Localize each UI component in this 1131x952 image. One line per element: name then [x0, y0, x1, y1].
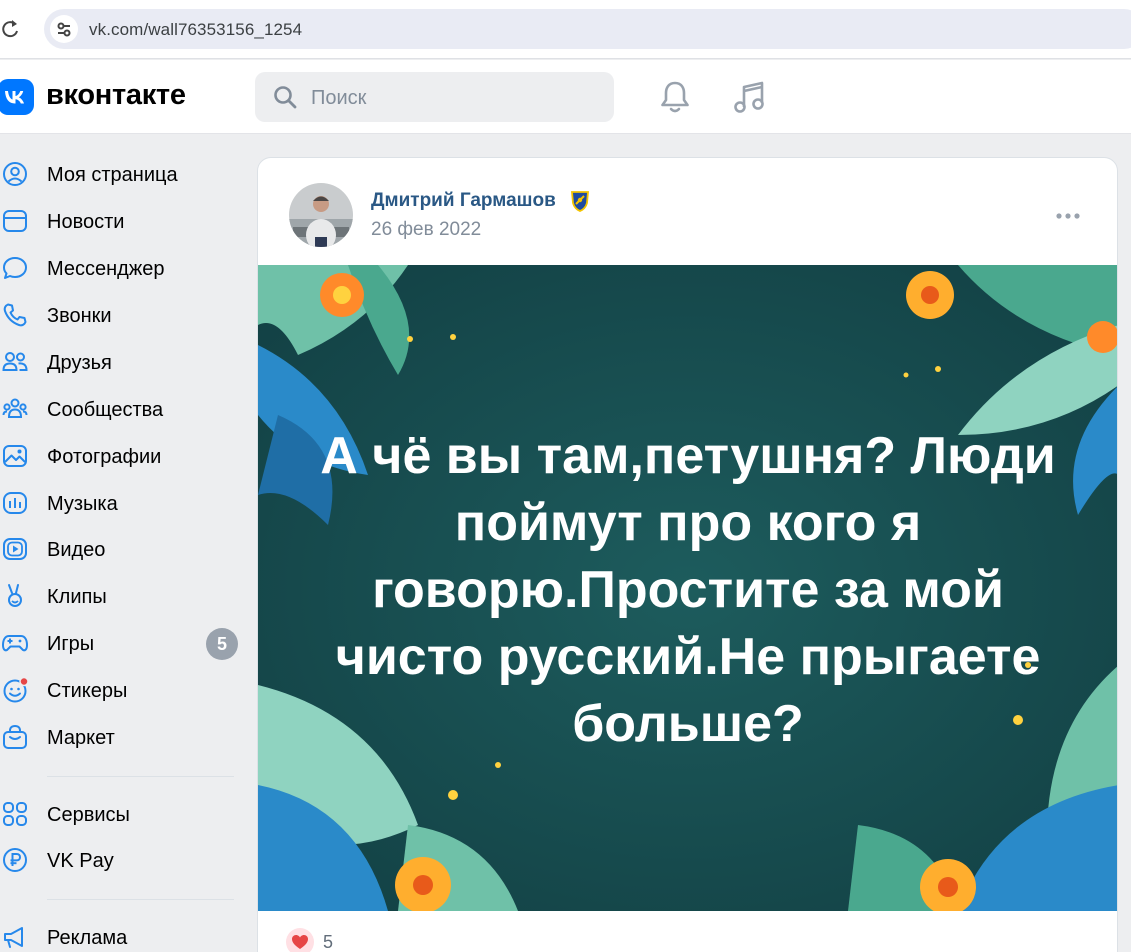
- bag-icon: [3, 724, 27, 749]
- communities-icon: [2, 398, 28, 418]
- sidebar-item-friends[interactable]: Друзья: [0, 340, 245, 384]
- sidebar-item-music[interactable]: Музыка: [0, 481, 245, 525]
- sidebar-item-label: Друзья: [47, 352, 112, 374]
- post-image[interactable]: А чё вы там,петушня? Люди поймут про ког…: [258, 265, 1117, 911]
- heart-icon: [286, 928, 314, 952]
- video-icon: [3, 538, 27, 560]
- sidebar-item-calls[interactable]: Звонки: [0, 293, 245, 337]
- like-count: 5: [323, 932, 334, 952]
- sidebar-item-vk-pay[interactable]: VK Pay: [0, 838, 245, 882]
- sidebar-item-ads[interactable]: Реклама: [0, 915, 245, 952]
- music-note-icon[interactable]: [731, 78, 767, 116]
- sidebar-item-video[interactable]: Видео: [0, 527, 245, 571]
- sticker-icon: [3, 677, 28, 703]
- logo-text[interactable]: вконтакте: [46, 79, 186, 112]
- music-icon: [3, 492, 27, 514]
- club-emblem-icon: [571, 191, 589, 212]
- author-avatar[interactable]: [289, 183, 353, 247]
- sidebar-item-label: Маркет: [47, 727, 115, 749]
- address-bar[interactable]: vk.com/wall76353156_1254: [44, 9, 1131, 49]
- sidebar-item-communities[interactable]: Сообщества: [0, 387, 245, 431]
- sidebar-item-label: Звонки: [47, 305, 112, 327]
- post-author-name[interactable]: Дмитрий Гармашов: [371, 190, 556, 212]
- more-options-icon[interactable]: [1054, 208, 1082, 224]
- search-input[interactable]: Поиск: [255, 72, 614, 122]
- games-count-badge: 5: [206, 628, 238, 660]
- sidebar-item-messenger[interactable]: Мессенджер: [0, 246, 245, 290]
- sidebar-item-label: Сервисы: [47, 804, 130, 826]
- post-image-text: А чё вы там,петушня? Люди поймут про ког…: [320, 427, 1056, 753]
- sidebar-item-photos[interactable]: Фотографии: [0, 434, 245, 478]
- sidebar-item-news[interactable]: Новости: [0, 199, 245, 243]
- clips-icon: [8, 584, 22, 607]
- friends-icon: [2, 352, 28, 371]
- sidebar-item-my-page[interactable]: Моя страница: [0, 152, 245, 196]
- post-date[interactable]: 26 фев 2022: [371, 219, 481, 241]
- sidebar-item-label: Фотографии: [47, 446, 162, 468]
- phone-icon: [3, 303, 27, 327]
- services-icon: [3, 802, 27, 826]
- site-header: вконтакте Поиск: [0, 60, 1131, 134]
- sidebar-item-label: Видео: [47, 539, 106, 561]
- post-card: Дмитрий Гармашов 26 фев 2022 А чё вы там…: [257, 157, 1118, 952]
- message-icon: [3, 257, 27, 279]
- news-icon: [3, 210, 27, 232]
- sidebar-item-market[interactable]: Маркет: [0, 715, 245, 759]
- sidebar-divider: [47, 899, 234, 900]
- bell-icon[interactable]: [657, 78, 693, 116]
- sidebar-item-games[interactable]: Игры 5: [0, 621, 245, 665]
- url-text[interactable]: vk.com/wall76353156_1254: [89, 20, 302, 40]
- browser-toolbar: vk.com/wall76353156_1254: [0, 0, 1131, 59]
- sidebar-item-label: VK Pay: [47, 850, 114, 872]
- sidebar-item-label: Сообщества: [47, 399, 164, 421]
- megaphone-icon: [4, 927, 23, 948]
- sidebar-item-clips[interactable]: Клипы: [0, 574, 245, 618]
- sidebar-item-services[interactable]: Сервисы: [0, 792, 245, 836]
- sidebar-item-label: Моя страница: [47, 164, 178, 186]
- vk-logo-icon[interactable]: [0, 79, 34, 115]
- site-info-icon[interactable]: [50, 15, 78, 43]
- gamepad-icon: [2, 635, 28, 652]
- sidebar-item-label: Музыка: [47, 493, 118, 515]
- user-circle-icon: [3, 162, 27, 186]
- photo-icon: [3, 445, 27, 467]
- sidebar-item-label: Игры: [47, 633, 95, 655]
- search-placeholder: Поиск: [311, 87, 367, 109]
- sidebar-divider: [47, 776, 234, 777]
- ruble-icon: [3, 848, 27, 872]
- sidebar-item-label: Мессенджер: [47, 258, 165, 280]
- sidebar-item-label: Новости: [47, 211, 125, 233]
- sidebar-item-label: Реклама: [47, 927, 128, 949]
- sidebar-item-label: Клипы: [47, 586, 107, 608]
- sidebar-item-stickers[interactable]: Стикеры: [0, 668, 245, 712]
- reload-icon[interactable]: [0, 16, 22, 42]
- search-icon: [274, 86, 297, 109]
- sidebar-item-label: Стикеры: [47, 680, 128, 702]
